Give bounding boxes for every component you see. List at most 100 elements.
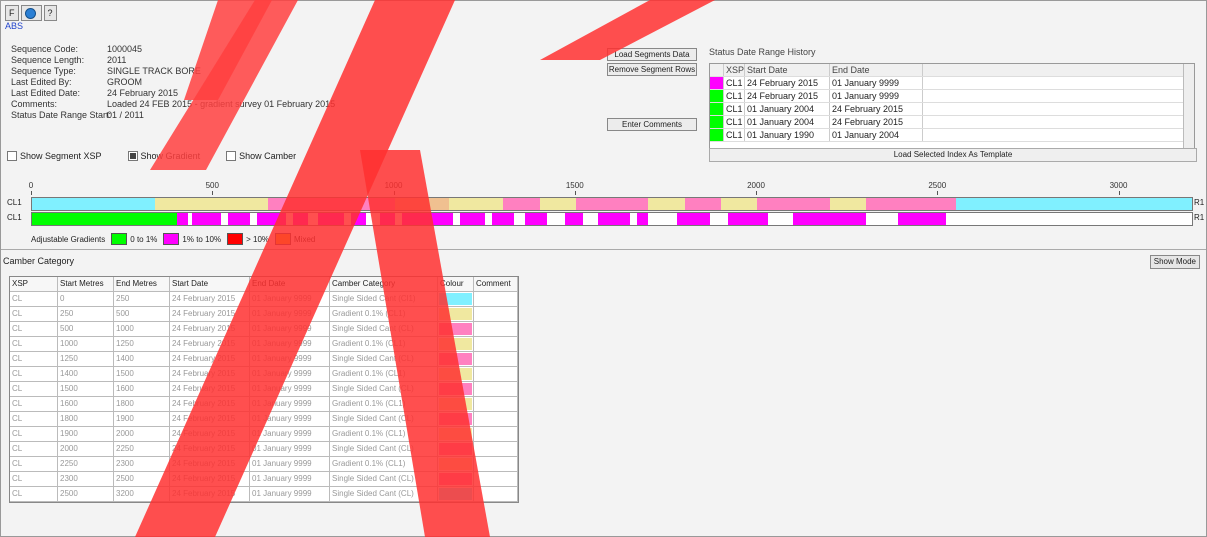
table-cell[interactable]: CL	[10, 472, 58, 486]
table-cell[interactable]: 1400	[114, 352, 170, 366]
column-header[interactable]: XSP	[10, 277, 58, 291]
track-segment[interactable]	[177, 213, 188, 225]
tab-help[interactable]: ?	[43, 5, 57, 21]
table-cell[interactable]: 01 January 9999	[250, 322, 330, 336]
colour-cell[interactable]	[438, 307, 474, 321]
table-cell[interactable]: CL	[10, 352, 58, 366]
table-cell[interactable]: 1000	[114, 322, 170, 336]
track-segment[interactable]	[459, 213, 486, 225]
table-cell[interactable]: CL	[10, 337, 58, 351]
table-cell[interactable]	[474, 352, 518, 366]
table-cell[interactable]: 2000	[58, 442, 114, 456]
table-cell[interactable]: Single Sided Cant (CL)	[330, 322, 438, 336]
colour-cell[interactable]	[438, 397, 474, 411]
table-cell[interactable]: Gradient 0.1% (CL1)	[330, 457, 438, 471]
table-row[interactable]: CL 1800 1900 24 February 2015 01 January 999…	[10, 412, 518, 427]
remove-segment-rows-button[interactable]: Remove Segment Rows	[607, 63, 697, 76]
table-cell[interactable]: 24 February 2015	[170, 367, 250, 381]
colour-cell[interactable]	[438, 367, 474, 381]
table-cell[interactable]: CL	[10, 322, 58, 336]
project-link[interactable]: ABS	[5, 21, 23, 31]
track-segment[interactable]	[829, 198, 866, 210]
table-cell[interactable]: CL	[10, 442, 58, 456]
table-row[interactable]: CL 1250 1400 24 February 2015 01 January 999…	[10, 352, 518, 367]
table-cell[interactable]: CL	[10, 457, 58, 471]
table-cell[interactable]: 1600	[114, 382, 170, 396]
table-row[interactable]: CL 1600 1800 24 February 2015 01 January 999…	[10, 397, 518, 412]
table-cell[interactable]: 1800	[114, 397, 170, 411]
table-row[interactable]: CL 1400 1500 24 February 2015 01 January 999…	[10, 367, 518, 382]
table-cell[interactable]: 1500	[58, 382, 114, 396]
colour-cell[interactable]	[438, 457, 474, 471]
table-cell[interactable]: 24 February 2015	[170, 472, 250, 486]
track-segment[interactable]	[898, 213, 946, 225]
table-cell[interactable]	[474, 322, 518, 336]
table-row[interactable]: CL 1500 1600 24 February 2015 01 January 999…	[10, 382, 518, 397]
column-header[interactable]: End Metres	[114, 277, 170, 291]
table-cell[interactable]	[474, 457, 518, 471]
column-header[interactable]: Start Metres	[58, 277, 114, 291]
table-cell[interactable]: 24 February 2015	[170, 412, 250, 426]
track-segment[interactable]	[677, 213, 710, 225]
track-segment[interactable]	[351, 213, 366, 225]
table-cell[interactable]	[474, 292, 518, 306]
table-cell[interactable]: 01 January 9999	[250, 382, 330, 396]
table-cell[interactable]: Single Sided Cant (CL)	[330, 412, 438, 426]
track-segment[interactable]	[191, 213, 221, 225]
track-segment[interactable]	[380, 213, 395, 225]
history-row[interactable]: CL1 24 February 2015 01 January 9999	[710, 77, 1194, 90]
tab-globe[interactable]	[20, 5, 42, 21]
table-cell[interactable]	[474, 427, 518, 441]
table-cell[interactable]: 2250	[58, 457, 114, 471]
table-cell[interactable]: 24 February 2015	[170, 442, 250, 456]
table-cell[interactable]: 01 January 9999	[250, 472, 330, 486]
track-segment[interactable]	[720, 198, 757, 210]
column-header[interactable]: Colour	[438, 277, 474, 291]
table-cell[interactable]: 01 January 9999	[250, 457, 330, 471]
table-cell[interactable]: 24 February 2015	[170, 292, 250, 306]
colour-cell[interactable]	[438, 352, 474, 366]
show-camber-option[interactable]: Show Camber	[226, 151, 296, 161]
table-row[interactable]: CL 1900 2000 24 February 2015 01 January 999…	[10, 427, 518, 442]
track-segment[interactable]	[503, 198, 540, 210]
table-cell[interactable]: 01 January 9999	[250, 337, 330, 351]
table-cell[interactable]	[474, 397, 518, 411]
table-cell[interactable]: Single Sided Cant (Cl1)	[330, 292, 438, 306]
track-segment[interactable]	[401, 213, 453, 225]
table-cell[interactable]: 24 February 2015	[170, 322, 250, 336]
table-cell[interactable]	[474, 367, 518, 381]
table-cell[interactable]: Gradient 0.1% (CL1)	[330, 367, 438, 381]
track-segment[interactable]	[267, 198, 395, 210]
track-segment[interactable]	[256, 213, 286, 225]
table-cell[interactable]: 2500	[114, 472, 170, 486]
table-row[interactable]: CL 500 1000 24 February 2015 01 January 9999…	[10, 322, 518, 337]
table-cell[interactable]: 01 January 9999	[250, 292, 330, 306]
colour-cell[interactable]	[438, 472, 474, 486]
table-cell[interactable]: CL	[10, 397, 58, 411]
table-cell[interactable]: 01 January 9999	[250, 442, 330, 456]
table-cell[interactable]: 24 February 2015	[170, 397, 250, 411]
column-header[interactable]: Camber Category	[330, 277, 438, 291]
history-row[interactable]: CL1 01 January 1990 01 January 2004	[710, 129, 1194, 142]
table-cell[interactable]	[474, 487, 518, 501]
table-cell[interactable]: 1900	[114, 412, 170, 426]
track-segment[interactable]	[757, 198, 830, 210]
table-cell[interactable]: Single Sided Cant (CL)	[330, 382, 438, 396]
table-cell[interactable]: CL	[10, 367, 58, 381]
track-segment[interactable]	[865, 198, 957, 210]
table-cell[interactable]: 24 February 2015	[170, 382, 250, 396]
table-cell[interactable]	[474, 307, 518, 321]
track-segment[interactable]	[318, 213, 344, 225]
table-cell[interactable]: 01 January 9999	[250, 412, 330, 426]
table-cell[interactable]: Single Sided Cant (CL)	[330, 472, 438, 486]
table-cell[interactable]: 24 February 2015	[170, 457, 250, 471]
track-segment[interactable]	[155, 198, 268, 210]
track-segment[interactable]	[564, 213, 583, 225]
show-segment-xsp-option[interactable]: Show Segment XSP	[7, 151, 102, 161]
table-cell[interactable]: 1400	[58, 367, 114, 381]
track-segment[interactable]	[728, 213, 768, 225]
colour-cell[interactable]	[438, 322, 474, 336]
table-cell[interactable]: Single Sided Cant (CL)	[330, 352, 438, 366]
table-cell[interactable]: CL	[10, 382, 58, 396]
table-cell[interactable]: 1800	[58, 412, 114, 426]
